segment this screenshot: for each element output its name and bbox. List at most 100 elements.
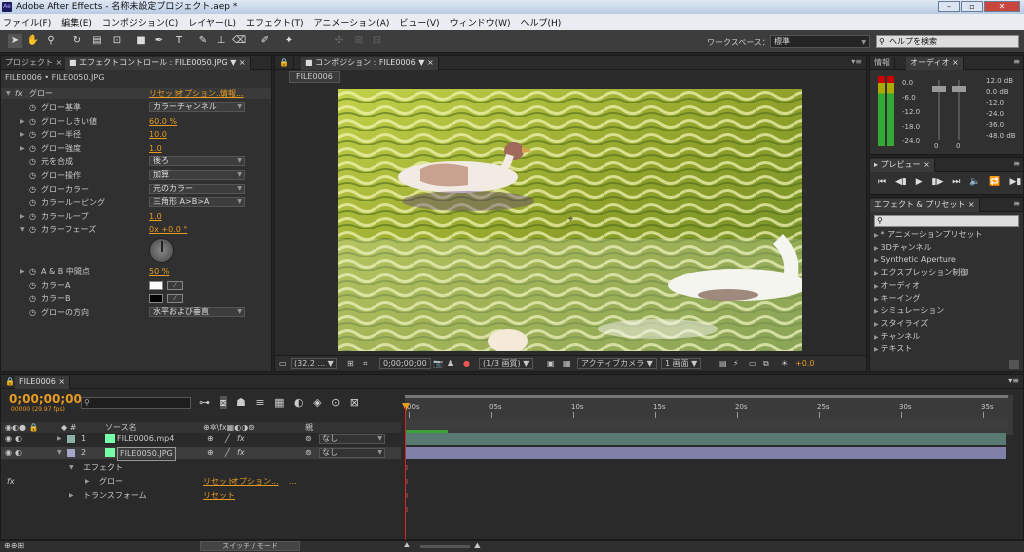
shy-switch-icon[interactable]: ⊕ bbox=[207, 447, 214, 459]
eyedropper-icon[interactable]: ⁄ bbox=[167, 280, 183, 290]
effect-property-row[interactable]: ▶ ◷ グロー強度 1.0 bbox=[1, 143, 271, 154]
property-dropdown[interactable]: 加算 ▼ bbox=[149, 170, 245, 180]
video-switch-icon[interactable]: ◉ bbox=[5, 447, 12, 459]
audio-switch-icon[interactable]: ◐ bbox=[15, 447, 22, 459]
tab-effect-controls[interactable]: ■ エフェクトコントロール : FILE0050.JPG ▼ × bbox=[65, 57, 251, 70]
expand-triangle-icon[interactable]: ▶ bbox=[57, 433, 62, 445]
eraser-tool-icon[interactable]: ⌫ bbox=[232, 34, 246, 48]
world-axis-icon[interactable]: ⊞ bbox=[352, 34, 366, 48]
property-dropdown[interactable]: 水平および垂直 ▼ bbox=[149, 306, 245, 317]
effects-category[interactable]: ▶ チャンネル bbox=[874, 331, 920, 343]
always-preview-icon[interactable]: ▭ bbox=[279, 359, 287, 368]
info-link[interactable]: 情報... bbox=[220, 88, 244, 99]
effect-property-row[interactable]: ◷ カラーA ⁄ bbox=[1, 280, 271, 291]
camera-select[interactable]: アクティブカメラ ▼ bbox=[577, 358, 657, 369]
stopwatch-icon[interactable]: ◷ bbox=[29, 116, 36, 127]
effect-property-row[interactable]: ◷ 元を合成 後ろ ▼ bbox=[1, 156, 271, 167]
menu-help[interactable]: ヘルプ(H) bbox=[520, 16, 561, 29]
frame-blending-icon[interactable]: ▦ bbox=[274, 396, 284, 409]
effects-category[interactable]: ▶ * アニメーションプリセット bbox=[874, 229, 983, 241]
options-link[interactable]: オプション... bbox=[176, 88, 224, 99]
zoom-out-icon[interactable]: ⛰ bbox=[404, 541, 410, 550]
property-value[interactable]: 1.0 bbox=[149, 143, 162, 154]
hand-tool-icon[interactable]: ✋ bbox=[26, 34, 40, 48]
menu-animation[interactable]: アニメーション(A) bbox=[314, 16, 390, 29]
menu-window[interactable]: ウィンドウ(W) bbox=[450, 16, 511, 29]
workspace-select[interactable]: 標準 ▼ bbox=[770, 35, 870, 48]
quality-switch-icon[interactable]: ╱ bbox=[225, 433, 230, 445]
menu-edit[interactable]: 編集(E) bbox=[61, 16, 92, 29]
roto-brush-tool-icon[interactable]: ✐ bbox=[258, 34, 272, 48]
property-dropdown[interactable]: 元のカラー ▼ bbox=[149, 183, 245, 194]
menu-file[interactable]: ファイル(F) bbox=[3, 16, 51, 29]
effect-property-row[interactable]: ◷ グローの方向 水平および垂直 ▼ bbox=[1, 306, 271, 318]
collapse-triangle-icon[interactable]: ▼ bbox=[6, 88, 11, 99]
effect-property-row[interactable]: ◷ グローカラー 元のカラー ▼ bbox=[1, 183, 271, 195]
effects-category[interactable]: ▶ エクスプレッション制御 bbox=[874, 267, 968, 279]
parent-select[interactable]: なし ▼ bbox=[319, 448, 385, 458]
property-dropdown[interactable]: カラーチャンネル ▼ bbox=[149, 102, 245, 112]
effects-category[interactable]: ▶ スタイライズ bbox=[874, 318, 928, 330]
stopwatch-icon[interactable]: ◷ bbox=[29, 224, 36, 235]
video-switch-icon[interactable]: ◉ bbox=[5, 433, 12, 445]
channel-icon[interactable]: ● bbox=[463, 359, 470, 368]
minimize-button[interactable]: – bbox=[938, 1, 960, 12]
play-icon[interactable]: ▶ bbox=[916, 177, 923, 187]
stopwatch-icon[interactable]: ◷ bbox=[29, 170, 36, 181]
tab-composition[interactable]: ■ コンポジション : FILE0006 ▼ × bbox=[301, 57, 439, 70]
tab-preview[interactable]: ▸ プレビュー × bbox=[870, 159, 935, 172]
rectangle-tool-icon[interactable]: ■ bbox=[134, 34, 148, 48]
effects-category[interactable]: ▶ シミュレーション bbox=[874, 305, 944, 317]
work-area-bar[interactable] bbox=[405, 395, 1008, 398]
last-frame-icon[interactable]: ⏭ bbox=[952, 177, 960, 187]
ram-preview-icon[interactable]: ▶▮ bbox=[1009, 177, 1021, 187]
exposure-icon[interactable]: ☀ bbox=[781, 359, 788, 368]
audio-icon[interactable]: 🔈 bbox=[969, 177, 980, 187]
stopwatch-icon[interactable]: ◷ bbox=[29, 280, 36, 291]
stopwatch-icon[interactable]: ◷ bbox=[29, 211, 36, 222]
time-ruler[interactable]: 00s 05s 10s 15s 20s 25s 30s 35s bbox=[405, 395, 1013, 435]
draft-3d-icon[interactable]: ☗ bbox=[236, 396, 246, 409]
parent-header[interactable]: 親 bbox=[305, 422, 313, 433]
stopwatch-icon[interactable]: ◷ bbox=[29, 143, 36, 154]
effect-property-row[interactable]: ▶ ◷ グロー半径 10.0 bbox=[1, 129, 271, 140]
exposure-value[interactable]: +0.0 bbox=[795, 359, 814, 368]
layer-1-bar[interactable] bbox=[406, 433, 1006, 445]
effect-property-row[interactable]: ◷ カラーB ⁄ bbox=[1, 293, 271, 304]
panel-menu-icon[interactable]: ▾≡ bbox=[1008, 376, 1019, 385]
clone-stamp-tool-icon[interactable]: ⊥ bbox=[214, 34, 228, 48]
effect-property-row[interactable]: ▶ ◷ グローしきい値 60.0 % bbox=[1, 116, 271, 127]
effect-property-row[interactable]: ◷ グロー操作 加算 ▼ bbox=[1, 170, 271, 181]
switches-modes-toggle[interactable]: スイッチ / モード bbox=[200, 541, 300, 551]
views-select[interactable]: 1 画面 ▼ bbox=[661, 358, 702, 369]
property-value[interactable]: 10.0 bbox=[149, 129, 167, 140]
region-of-interest-icon[interactable]: ▣ bbox=[547, 359, 555, 368]
shy-layers-icon[interactable]: ≡ bbox=[255, 396, 264, 409]
expand-triangle-icon[interactable]: ▶ bbox=[20, 116, 25, 127]
quality-switch-icon[interactable]: ╱ bbox=[225, 447, 230, 459]
fx-icon[interactable]: fx bbox=[15, 88, 23, 99]
menu-view[interactable]: ビュー(V) bbox=[399, 16, 439, 29]
view-axis-icon[interactable]: ⊟ bbox=[370, 34, 384, 48]
expand-triangle-icon[interactable]: ▼ bbox=[69, 461, 74, 474]
tab-timeline[interactable]: FILE0006 × bbox=[15, 376, 71, 389]
pen-tool-icon[interactable]: ✒ bbox=[152, 34, 166, 48]
panel-menu-icon[interactable]: ▾≡ bbox=[851, 57, 862, 66]
stopwatch-icon[interactable]: ◷ bbox=[29, 293, 36, 304]
parent-pickwhip-icon[interactable]: ⊚ bbox=[305, 447, 312, 459]
motion-blur-icon[interactable]: ◐ bbox=[294, 396, 304, 409]
parent-pickwhip-icon[interactable]: ⊚ bbox=[305, 433, 312, 445]
tab-info[interactable]: 情報 bbox=[870, 57, 895, 70]
audio-switch-icon[interactable]: ◐ bbox=[15, 433, 22, 445]
stopwatch-icon[interactable]: ◷ bbox=[29, 129, 36, 140]
expand-triangle-icon[interactable]: ▶ bbox=[20, 143, 25, 154]
new-folder-icon[interactable] bbox=[1009, 360, 1019, 369]
timeline-zoom-slider[interactable] bbox=[420, 545, 470, 548]
slider-handle-right[interactable] bbox=[952, 86, 966, 92]
brush-tool-icon[interactable]: ✎ bbox=[196, 34, 210, 48]
expand-triangle-icon[interactable]: ▼ bbox=[57, 447, 62, 459]
composition-viewer[interactable]: ⌖ bbox=[338, 89, 802, 351]
stopwatch-icon[interactable]: ◷ bbox=[29, 197, 36, 208]
safe-margins-icon[interactable]: ⊞ bbox=[347, 359, 354, 368]
zoom-select[interactable]: (32.2 ... ▼ bbox=[291, 358, 337, 369]
